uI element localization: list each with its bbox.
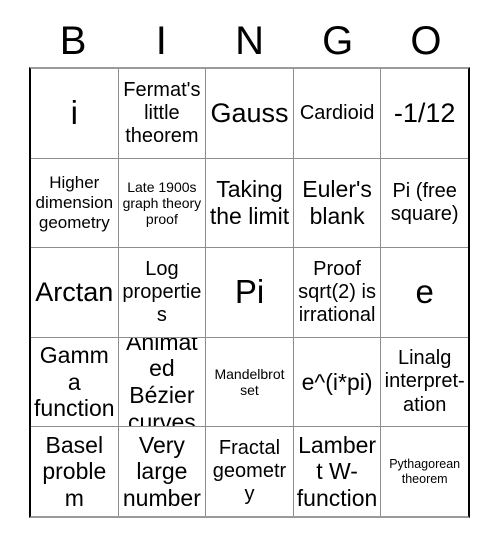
bingo-cell-o4[interactable]: Linalg interpret-ation xyxy=(381,338,468,427)
header-letter-i: I xyxy=(155,18,167,63)
bingo-row-3: Arctan Log properties Pi Proof sqrt(2) i… xyxy=(31,248,468,338)
bingo-cell-n5[interactable]: Fractal geometry xyxy=(206,427,294,516)
bingo-cell-g4[interactable]: e^(i*pi) xyxy=(294,337,382,427)
bingo-cell-o2-free-square[interactable]: Pi (free square) xyxy=(381,159,468,248)
bingo-cell-o5[interactable]: Pythagorean theorem xyxy=(381,427,468,516)
bingo-cell-b1[interactable]: i xyxy=(31,69,119,158)
bingo-cell-o1[interactable]: -1/12 xyxy=(381,69,468,158)
bingo-cell-i1[interactable]: Fermat's little theorem xyxy=(119,69,207,158)
bingo-cell-b5[interactable]: Basel problem xyxy=(31,427,119,516)
bingo-row-5: Basel problem Very large number Fractal … xyxy=(31,427,468,516)
bingo-cell-i4[interactable]: Animated Bézier curves xyxy=(119,337,207,427)
bingo-cell-n1[interactable]: Gauss xyxy=(206,69,294,158)
bingo-cell-n2[interactable]: Taking the limit xyxy=(206,158,294,248)
bingo-card: B I N G O i Fermat's little theorem Gaus… xyxy=(0,0,500,544)
bingo-cell-n3[interactable]: Pi xyxy=(206,248,294,337)
header-letter-n: N xyxy=(235,18,264,63)
bingo-cell-g5[interactable]: Lambert W-function xyxy=(294,427,382,516)
bingo-cell-b2[interactable]: Higher dimension geometry xyxy=(31,158,119,248)
bingo-cell-i3[interactable]: Log properties xyxy=(119,248,207,337)
header-letter-b: B xyxy=(59,18,87,63)
bingo-cell-g1[interactable]: Cardioid xyxy=(294,69,382,158)
bingo-cell-o3[interactable]: e xyxy=(381,248,468,337)
header-letter-g: G xyxy=(322,18,354,63)
bingo-cell-g2[interactable]: Euler's blank xyxy=(294,158,382,248)
bingo-cell-n4[interactable]: Mandelbrot set xyxy=(206,337,294,427)
bingo-row-2: Higher dimension geometry Late 1900s gra… xyxy=(31,158,468,249)
bingo-cell-b3[interactable]: Arctan xyxy=(31,248,119,337)
bingo-cell-g3[interactable]: Proof sqrt(2) is irrational xyxy=(294,248,382,337)
bingo-row-4: Gamma function Animated Bézier curves Ma… xyxy=(31,337,468,428)
bingo-header-letters: B I N G O xyxy=(29,14,470,67)
bingo-cell-b4[interactable]: Gamma function xyxy=(31,337,119,427)
bingo-grid: i Fermat's little theorem Gauss Cardioid… xyxy=(29,67,470,518)
bingo-cell-i2[interactable]: Late 1900s graph theory proof xyxy=(119,158,207,248)
header-letter-o: O xyxy=(410,18,442,63)
bingo-cell-i5[interactable]: Very large number xyxy=(119,427,207,516)
bingo-row-1: i Fermat's little theorem Gauss Cardioid… xyxy=(31,69,468,159)
